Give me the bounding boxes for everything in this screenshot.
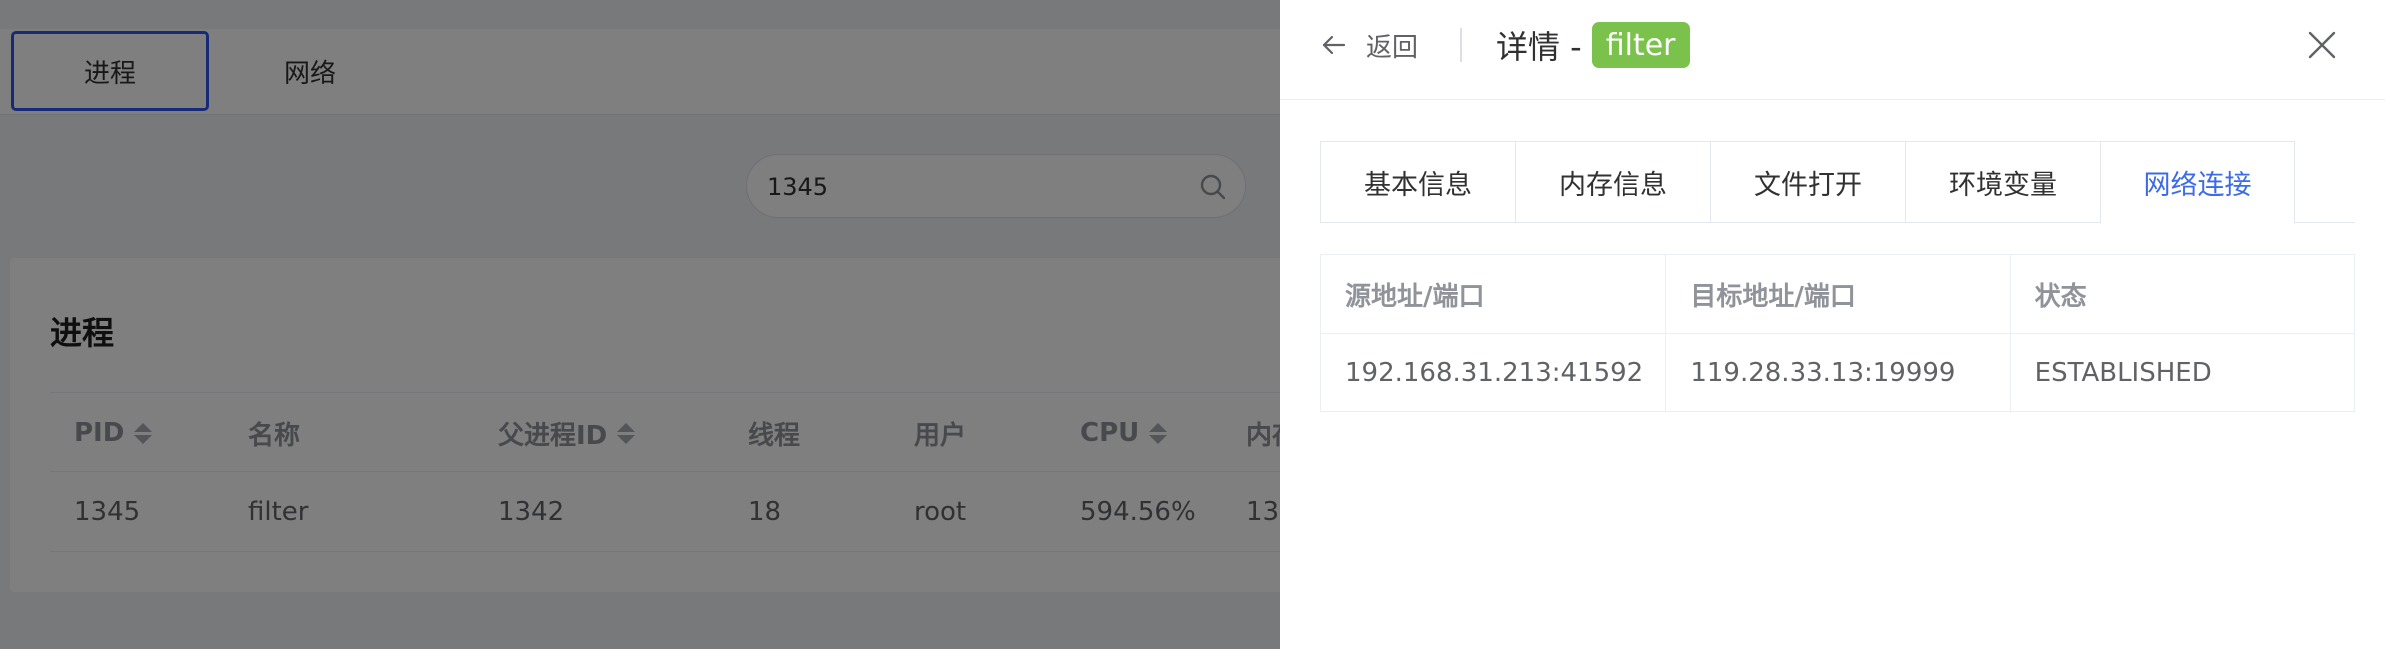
cell-source-address: 192.168.31.213:41592 <box>1345 358 1644 388</box>
tab-open-files[interactable]: 文件打开 <box>1710 141 1905 223</box>
detail-tab-bar: 基本信息 内存信息 文件打开 环境变量 网络连接 <box>1320 141 2355 224</box>
back-button[interactable]: 返回 <box>1320 22 1418 68</box>
network-connections-table: 源地址/端口 目标地址/端口 状态 192.168.31.213:41592 1… <box>1320 254 2355 412</box>
close-button[interactable] <box>2305 28 2339 62</box>
drawer-overlay-mask[interactable] <box>0 0 1280 649</box>
drawer-title: 详情 - filter <box>1496 22 1690 68</box>
table-row: 192.168.31.213:41592 119.28.33.13:19999 … <box>1321 333 2354 412</box>
back-button-label: 返回 <box>1366 32 1419 63</box>
column-header-source: 源地址/端口 <box>1345 281 1485 312</box>
detail-drawer: 返回 详情 - filter 基本信息 内存信息 文件打开 环境变量 网络连接 … <box>1280 0 2385 649</box>
column-header-target: 目标地址/端口 <box>1665 255 2009 333</box>
cell-target-address: 119.28.33.13:19999 <box>1665 334 2009 412</box>
tab-environment-variables[interactable]: 环境变量 <box>1905 141 2100 223</box>
cell-connection-status: ESTABLISHED <box>2009 334 2354 412</box>
column-header-status: 状态 <box>2009 255 2354 333</box>
tab-network-connections[interactable]: 网络连接 <box>2100 141 2295 224</box>
tab-basic-info[interactable]: 基本信息 <box>1320 141 1515 223</box>
process-name-tag: filter <box>1591 22 1690 68</box>
header-divider <box>1460 28 1462 62</box>
network-table-header: 源地址/端口 目标地址/端口 状态 <box>1321 255 2354 333</box>
tab-memory-info[interactable]: 内存信息 <box>1515 141 1710 223</box>
drawer-title-text: 详情 - <box>1496 28 1582 66</box>
arrow-left-icon <box>1322 35 1346 55</box>
close-icon <box>2308 31 2336 59</box>
drawer-header: 返回 详情 - filter <box>1280 0 2385 100</box>
